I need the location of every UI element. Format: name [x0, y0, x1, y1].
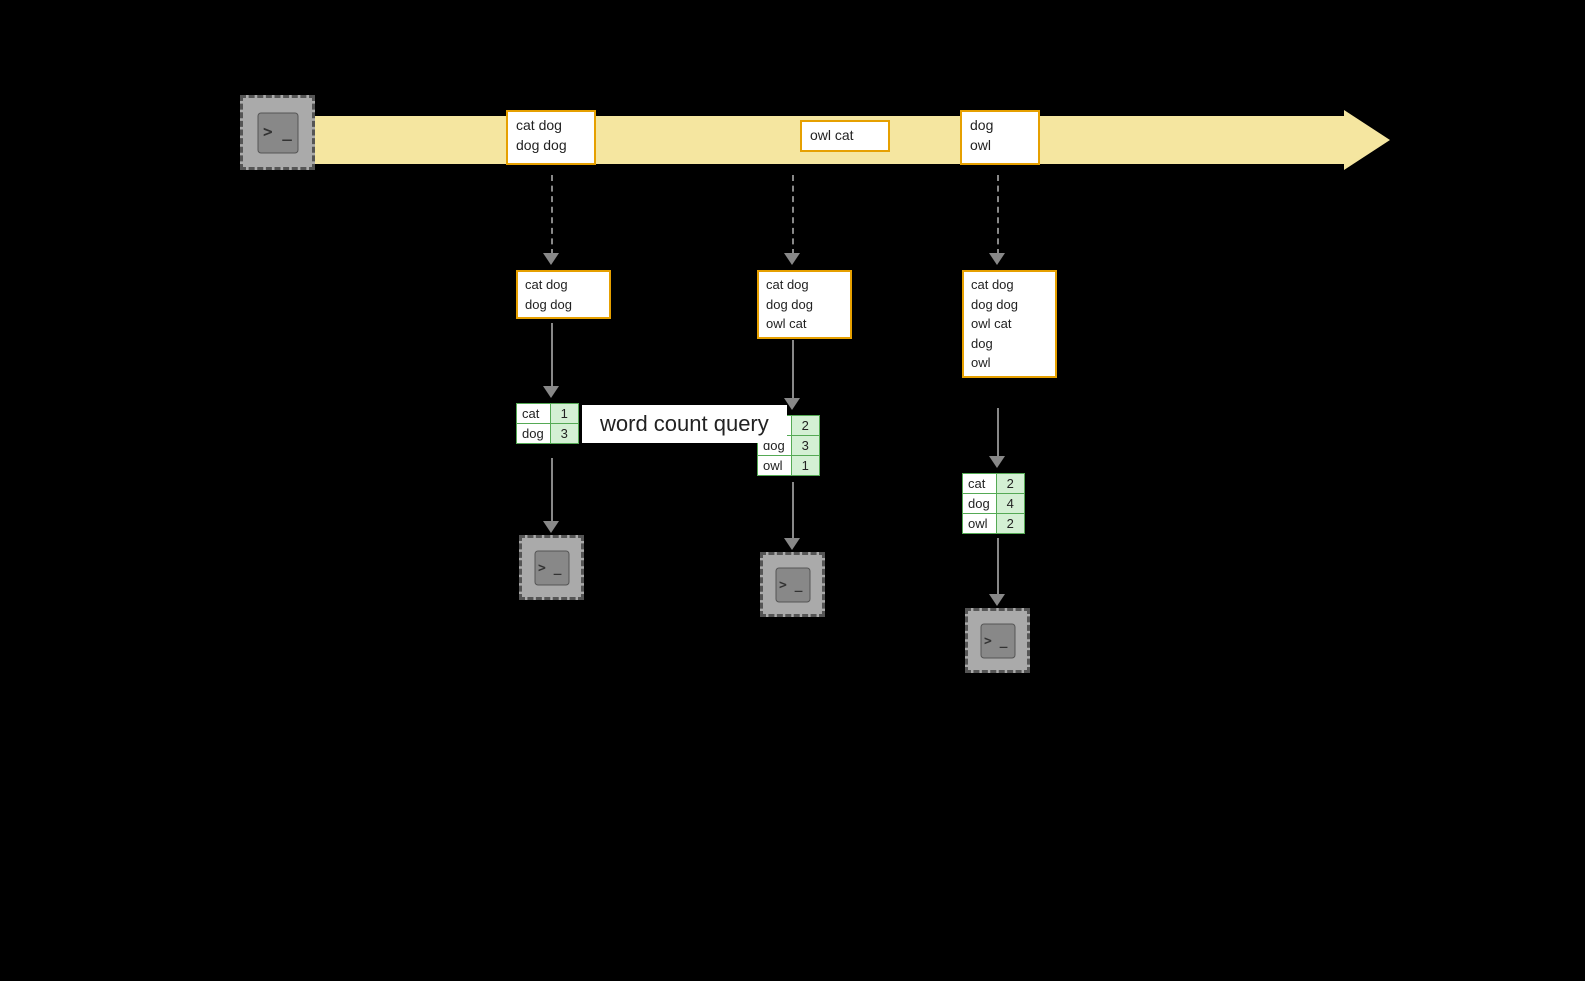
snapshot-box-col3: cat dog dog dog owl cat dog owl: [962, 270, 1057, 378]
server-icon-main: > _: [240, 95, 315, 170]
wc-table-col1: cat 1 dog 3: [516, 403, 579, 444]
server-icon-col1: > _: [519, 535, 584, 600]
snapshot-box-col1: cat dog dog dog: [516, 270, 611, 319]
word-count-query-label: word count query: [582, 405, 787, 443]
timeline-box-3: dog owl: [960, 110, 1040, 165]
dashed-line-col1: [551, 175, 553, 255]
table-row: owl 1: [758, 456, 820, 476]
dashed-line-col3: [997, 175, 999, 255]
table-row: cat 2: [963, 474, 1025, 494]
server-icon-col2: > _: [760, 552, 825, 617]
table-row: dog 3: [517, 424, 579, 444]
arrow-col2: [784, 253, 800, 265]
table-row: dog 4: [963, 494, 1025, 514]
connector-col2-1: [792, 340, 794, 400]
connector-col3-1: [997, 408, 999, 458]
wc-table-col3: cat 2 dog 4 owl 2: [962, 473, 1025, 534]
table-row: cat 1: [517, 404, 579, 424]
timeline-box-2: owl cat: [800, 120, 890, 152]
snapshot-box-col2: cat dog dog dog owl cat: [757, 270, 852, 339]
svg-text:> _: > _: [538, 561, 562, 576]
svg-text:> _: > _: [984, 634, 1008, 649]
svg-text:> _: > _: [263, 122, 292, 141]
arrow-col1-2: [543, 386, 559, 398]
arrow-col3-3: [989, 594, 1005, 606]
dashed-line-col2: [792, 175, 794, 255]
connector-col2-2: [792, 482, 794, 540]
connector-col3-2: [997, 538, 999, 596]
connector-col1-1: [551, 323, 553, 388]
server-icon-col3: > _: [965, 608, 1030, 673]
table-row: owl 2: [963, 514, 1025, 534]
timeline-box-1: cat dog dog dog: [506, 110, 596, 165]
diagram: > _ cat dog dog dog owl cat dog owl cat …: [0, 0, 1585, 981]
arrow-col1-3: [543, 521, 559, 533]
connector-col1-2: [551, 458, 553, 523]
svg-text:> _: > _: [779, 578, 803, 593]
arrow-col1: [543, 253, 559, 265]
arrow-col3-2: [989, 456, 1005, 468]
arrow-col3: [989, 253, 1005, 265]
arrow-col2-3: [784, 538, 800, 550]
